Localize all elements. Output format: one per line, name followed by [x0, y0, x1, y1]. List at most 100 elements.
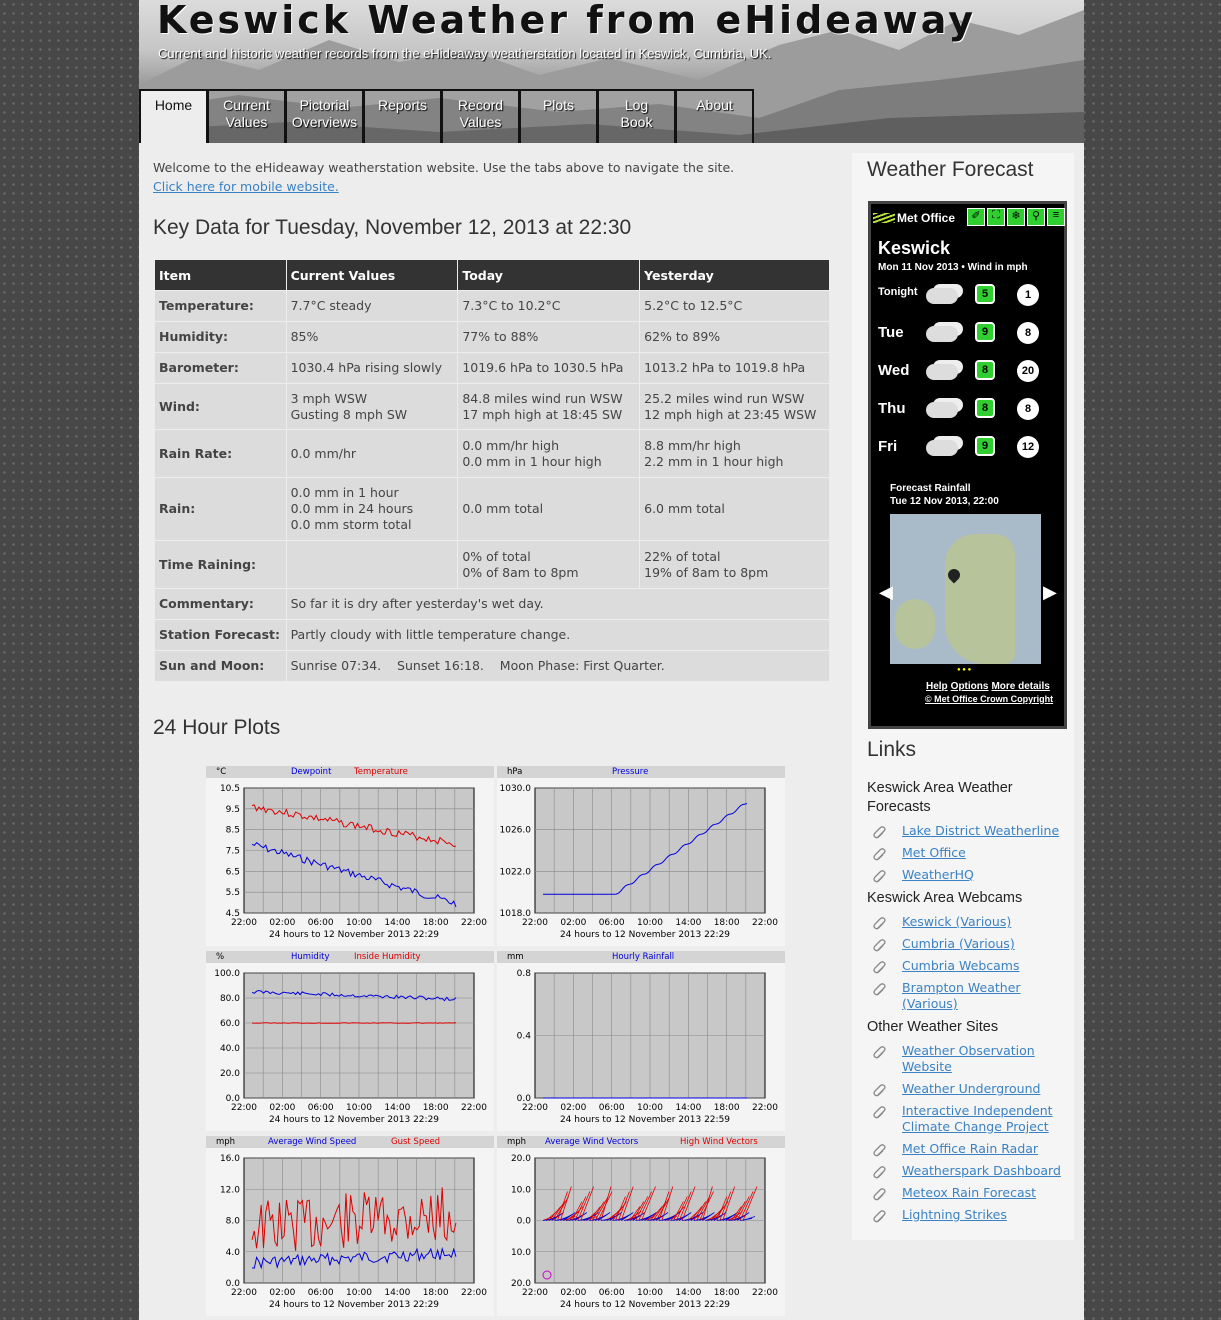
y-tick-label: 1022.0 — [500, 867, 532, 877]
menu-icon[interactable]: ≡ — [1047, 208, 1065, 226]
link-item: Cumbria Webcams — [867, 958, 1067, 974]
x-tick-label: 10:00 — [637, 1288, 663, 1298]
link-item: WeatherHQ — [867, 867, 1067, 883]
link-keswick-various-[interactable]: Keswick (Various) — [902, 914, 1011, 929]
tab-label-line1: About — [696, 97, 733, 113]
link-weather-observation-website[interactable]: Weather Observation Website — [902, 1043, 1035, 1074]
link-item: Lake District Weatherline — [867, 823, 1067, 839]
link-lightning-strikes[interactable]: Lightning Strikes — [902, 1207, 1007, 1222]
paperclip-icon — [873, 983, 887, 997]
temperature-badge: 8 — [975, 398, 995, 418]
table-cell: 25.2 miles wind run WSW 12 mph high at 2… — [640, 384, 829, 429]
paperclip-icon — [873, 1046, 887, 1060]
x-tick-label: 18:00 — [423, 918, 449, 928]
table-cell: 0.0 mm total — [458, 478, 640, 540]
x-tick-label: 14:00 — [384, 918, 410, 928]
widget-copyright[interactable]: © Met Office Crown Copyright — [925, 694, 1053, 704]
snow-icon[interactable]: ❄ — [1007, 208, 1025, 226]
table-cell: Humidity: — [155, 322, 286, 352]
widget-links: Help Options More details — [926, 681, 1053, 692]
search-icon[interactable]: ⚲ — [1027, 208, 1045, 226]
link-cumbria-various-[interactable]: Cumbria (Various) — [902, 936, 1015, 951]
link-item: Interactive Independent Climate Change P… — [867, 1103, 1067, 1135]
tab-label-line2: Values — [225, 114, 268, 130]
table-cell: 0.0 mm/hr high 0.0 mm in 1 hour high — [458, 430, 640, 477]
table-cell: Time Raining: — [155, 541, 286, 588]
link-met-office[interactable]: Met Office — [902, 845, 966, 860]
table-row: Temperature: 7.7°C steady 7.3°C to 10.2°C 5… — [155, 291, 829, 321]
mobile-website-link[interactable]: Click here for mobile website. — [153, 179, 339, 194]
leaf-icon[interactable]: ✐ — [967, 208, 985, 226]
main-content: Welcome to the eHideaway weatherstation … — [153, 158, 833, 739]
x-tick-label: 14:00 — [675, 1103, 701, 1113]
table-cell: 84.8 miles wind run WSW 17 mph high at 1… — [458, 384, 640, 429]
table-row: Commentary: So far it is dry after yester… — [155, 589, 829, 619]
tab-about[interactable]: About — [676, 89, 754, 143]
map-next-arrow[interactable]: ▶ — [1043, 582, 1057, 603]
table-cell — [286, 541, 458, 588]
link-lake-district-weatherline[interactable]: Lake District Weatherline — [902, 823, 1059, 838]
link-item: Keswick (Various) — [867, 914, 1067, 930]
paperclip-icon — [873, 917, 887, 931]
table-cell: 6.0 mm total — [640, 478, 829, 540]
plot-caption: 24 hours to 12 November 2013 22:29 — [560, 930, 730, 940]
tab-label-line2: Overviews — [291, 114, 358, 130]
rain-map[interactable] — [890, 514, 1041, 664]
link-interactive-independent-climate-change-project[interactable]: Interactive Independent Climate Change P… — [902, 1103, 1053, 1134]
x-tick-label: 14:00 — [675, 1288, 701, 1298]
link-weather-underground[interactable]: Weather Underground — [902, 1081, 1040, 1096]
site-header: Keswick Weather from eHideaway Current a… — [139, 0, 1084, 143]
forecast-day[interactable]: Thu — [878, 400, 906, 417]
page-container: Keswick Weather from eHideaway Current a… — [139, 0, 1084, 1320]
link-item: Met Office — [867, 845, 1067, 861]
tab-plots[interactable]: Plots — [520, 89, 598, 143]
plot-temp: °C Dewpoint Temperature 10.5 9.5 8.5 7.5 6.5 5.5… — [206, 766, 494, 946]
table-cell: 7.7°C steady — [286, 291, 458, 321]
table-row: Rain: 0.0 mm in 1 hour 0.0 mm in 24 hours… — [155, 478, 829, 540]
paperclip-icon — [873, 826, 887, 840]
x-tick-label: 14:00 — [675, 918, 701, 928]
tab-record[interactable]: Record Values — [442, 89, 520, 143]
paperclip-icon — [873, 1144, 887, 1158]
widget-link-help[interactable]: Help — [926, 681, 948, 692]
link-met-office-rain-radar[interactable]: Met Office Rain Radar — [902, 1141, 1038, 1156]
forecast-day[interactable]: Wed — [878, 362, 909, 379]
plot-caption: 24 hours to 12 November 2013 22:29 — [269, 930, 439, 940]
link-cumbria-webcams[interactable]: Cumbria Webcams — [902, 958, 1019, 973]
cloud-icon — [926, 402, 958, 418]
forecast-day[interactable]: Tue — [878, 324, 904, 341]
sidebar: Weather Forecast Met Office ✐ ⛶ ❄ ⚲ ≡ Keswick M… — [852, 153, 1074, 1240]
forecast-day[interactable]: Fri — [878, 438, 897, 455]
tab-log[interactable]: Log Book — [598, 89, 676, 143]
wind-speed-icon: 12 — [1017, 436, 1039, 458]
widget-link-more-details[interactable]: More details — [991, 681, 1049, 692]
map-icon[interactable]: ⛶ — [987, 208, 1005, 226]
plot-caption: 24 hours to 12 November 2013 22:29 — [560, 1300, 730, 1310]
x-tick-label: 02:00 — [269, 1103, 295, 1113]
table-cell: So far it is dry after yesterday's wet d… — [286, 589, 829, 619]
link-meteox-rain-forecast[interactable]: Meteox Rain Forecast — [902, 1185, 1036, 1200]
plot-canvas: 10.59.58.57.56.55.54.522:00 02:00 06:00 10:… — [220, 784, 487, 940]
link-group-list: Weather Observation Website Weather Under… — [867, 1043, 1067, 1223]
x-tick-label: 18:00 — [714, 1103, 740, 1113]
link-brampton-weather-various-[interactable]: Brampton Weather (Various) — [902, 980, 1021, 1011]
table-cell: 8.8 mm/hr high 2.2 mm in 1 hour high — [640, 430, 829, 477]
x-tick-label: 18:00 — [714, 918, 740, 928]
link-weatherhq[interactable]: WeatherHQ — [902, 867, 974, 882]
widget-link-options[interactable]: Options — [951, 681, 989, 692]
met-office-logo-icon — [873, 213, 895, 223]
x-tick-label: 18:00 — [423, 1103, 449, 1113]
link-weatherspark-dashboard[interactable]: Weatherspark Dashboard — [902, 1163, 1061, 1178]
tab-reports[interactable]: Reports — [364, 89, 442, 143]
tab-pictorial[interactable]: Pictorial Overviews — [286, 89, 364, 143]
tab-home[interactable]: Home — [139, 89, 208, 143]
x-tick-label: 18:00 — [714, 1288, 740, 1298]
met-office-widget: Met Office ✐ ⛶ ❄ ⚲ ≡ Keswick Mon 11 Nov 2013 • … — [868, 201, 1067, 729]
link-item: Lightning Strikes — [867, 1207, 1067, 1223]
forecast-day[interactable]: Tonight — [878, 286, 918, 298]
table-cell: 62% to 89% — [640, 322, 829, 352]
tab-current[interactable]: Current Values — [208, 89, 286, 143]
met-office-toolbar: Met Office ✐ ⛶ ❄ ⚲ ≡ — [873, 208, 1065, 228]
map-prev-arrow[interactable]: ◀ — [879, 582, 893, 603]
link-group-list: Keswick (Various) Cumbria (Various) Cumbri… — [867, 914, 1067, 1012]
